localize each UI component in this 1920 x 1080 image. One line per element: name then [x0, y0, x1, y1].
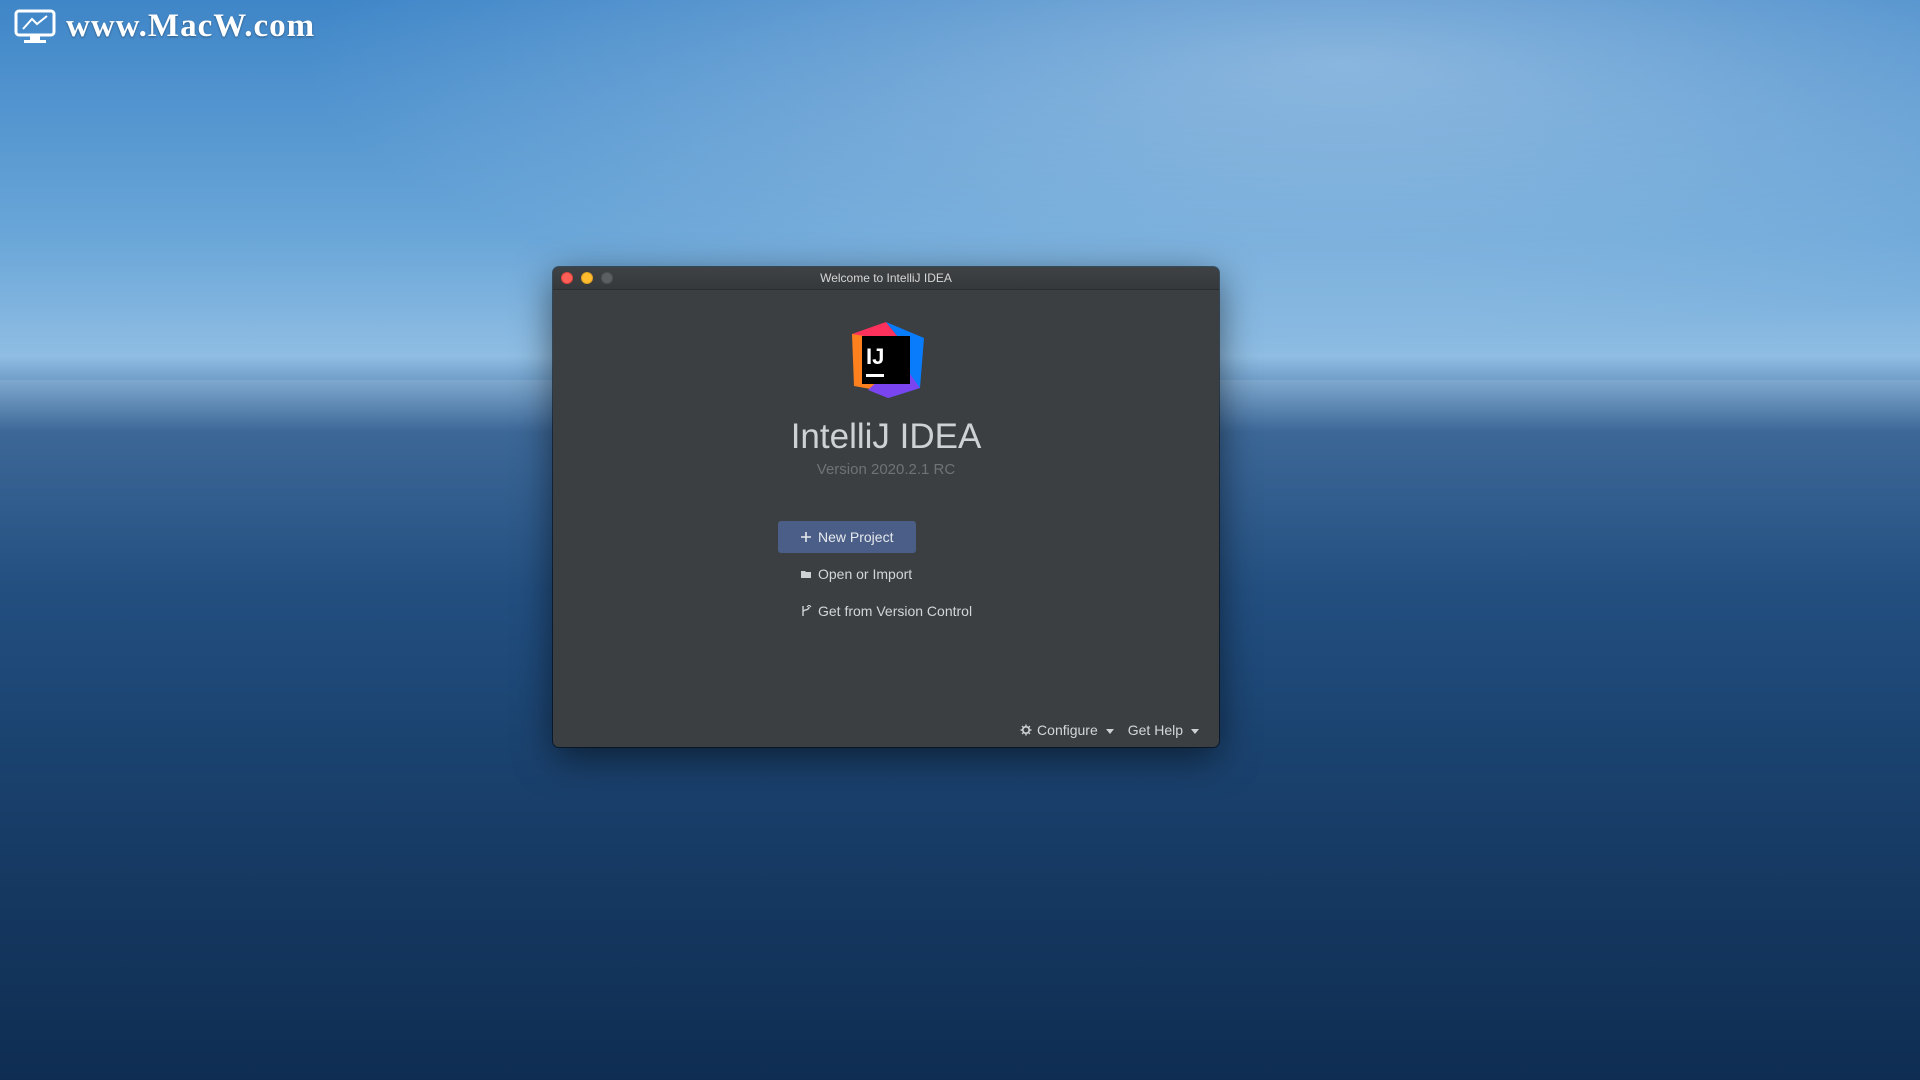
get-from-vcs-label: Get from Version Control — [818, 603, 973, 619]
open-or-import-button[interactable]: Open or Import — [800, 566, 912, 582]
gear-icon — [1020, 724, 1032, 736]
intellij-logo-icon: IJ — [852, 322, 924, 398]
vcs-branch-icon — [802, 605, 812, 616]
window-titlebar[interactable]: Welcome to IntelliJ IDEA — [553, 267, 1219, 290]
chevron-down-icon — [1191, 728, 1199, 734]
watermark-text: www.MacW.com — [66, 8, 316, 44]
app-version: Version 2020.2.1 RC — [816, 461, 956, 478]
window-title: Welcome to IntelliJ IDEA — [820, 271, 952, 285]
welcome-footer: Configure Get Help — [1020, 722, 1199, 738]
configure-menu[interactable]: Configure — [1020, 722, 1114, 738]
open-or-import-label: Open or Import — [818, 566, 913, 582]
app-name: IntelliJ IDEA — [790, 417, 982, 456]
logo-text: IJ — [866, 344, 884, 369]
get-from-vcs-button[interactable]: Get from Version Control — [800, 603, 972, 619]
plus-icon — [801, 532, 811, 542]
configure-label: Configure — [1037, 722, 1098, 738]
watermark: www.MacW.com — [14, 8, 315, 45]
new-project-label: New Project — [818, 529, 894, 545]
new-project-button[interactable]: New Project — [778, 521, 916, 553]
get-help-menu[interactable]: Get Help — [1128, 722, 1199, 738]
get-help-label: Get Help — [1127, 722, 1183, 738]
welcome-window: Welcome to IntelliJ IDEA IJ IntelliJ IDE… — [553, 267, 1219, 747]
chevron-down-icon — [1105, 728, 1114, 734]
monitor-logo-icon — [14, 9, 56, 43]
welcome-content: IJ IntelliJ IDEA Version 2020.2.1 RC New… — [553, 290, 1219, 747]
folder-icon — [801, 571, 811, 578]
